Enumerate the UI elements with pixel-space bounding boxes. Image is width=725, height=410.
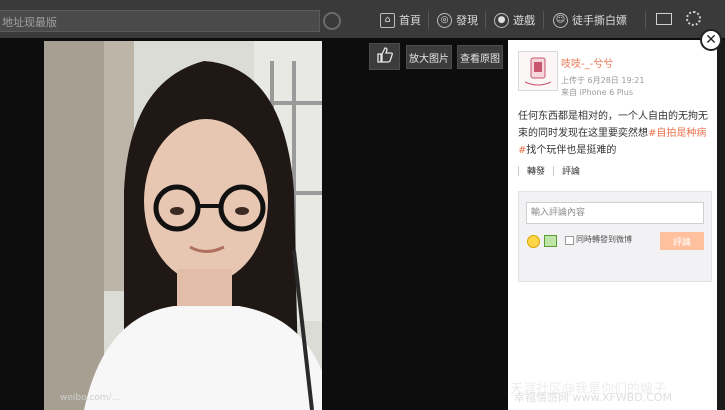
nav-game-label: 遊戲 (513, 14, 535, 27)
discover-icon: ◎ (437, 12, 452, 28)
nav-user-label: 徒手撕白嫖 (572, 14, 627, 27)
post-text-tail: 找个玩伴也是挺难的 (526, 145, 617, 156)
nav-home[interactable]: ⌂ 首頁 (380, 11, 421, 29)
enlarge-image-button[interactable]: 放大图片 (406, 45, 452, 69)
nav-divider (645, 11, 646, 29)
game-icon: ● (494, 12, 509, 28)
also-forward-checkbox[interactable] (565, 236, 574, 245)
home-icon: ⌂ (380, 12, 395, 28)
nav-game[interactable]: ● 遊戲 (494, 11, 535, 29)
search-box[interactable] (0, 10, 320, 33)
post-info-panel: 吱吱-_-兮兮 上传于 6月28日 19:21 来自 iPhone 6 Plus… (508, 40, 717, 410)
image-upload-icon[interactable] (544, 235, 557, 247)
post-actions: 轉發 評論 (518, 164, 580, 177)
photo-watermark: weibo.com/... (60, 393, 121, 403)
nav-discover[interactable]: ◎ 發現 (437, 11, 478, 29)
selfie-photo (44, 41, 322, 410)
top-nav-bar: ⌂ 首頁 ◎ 發現 ● 遊戲 ☺ 徒手撕白嫖 (0, 0, 725, 38)
nav-divider (428, 11, 429, 29)
comment-button[interactable]: 評論 (562, 164, 580, 177)
view-original-button[interactable]: 查看原图 (457, 45, 503, 69)
emoticon-icon[interactable] (527, 235, 540, 248)
action-divider (553, 165, 555, 176)
scrollbar[interactable] (717, 40, 725, 410)
nav-discover-label: 發現 (456, 14, 478, 27)
mail-icon[interactable] (656, 13, 672, 25)
action-divider (518, 165, 519, 176)
nav-home-label: 首頁 (399, 14, 421, 27)
nav-divider (543, 11, 544, 29)
search-icon[interactable] (323, 12, 341, 30)
avatar[interactable] (518, 51, 558, 91)
also-forward-label: 同時轉發到微博 (576, 235, 632, 244)
search-input[interactable] (0, 12, 319, 33)
comment-input[interactable] (526, 202, 704, 224)
post-source: 来自 iPhone 6 Plus (561, 88, 634, 97)
like-button[interactable] (369, 43, 400, 70)
nav-user[interactable]: ☺ 徒手撕白嫖 (553, 11, 627, 29)
forward-button[interactable]: 轉發 (527, 164, 545, 177)
comment-box: 同時轉發到微博 評論 (518, 191, 712, 282)
nav-divider (485, 11, 486, 29)
site-watermark: 幸福情感网 www.XFWBD.COM (514, 391, 673, 404)
gear-icon[interactable] (686, 11, 701, 26)
thumbs-up-icon (376, 46, 394, 67)
avatar-image (524, 57, 552, 86)
close-icon[interactable]: ✕ (700, 29, 722, 51)
user-icon: ☺ (553, 12, 568, 28)
post-time: 上传于 6月28日 19:21 (561, 76, 645, 85)
post-username[interactable]: 吱吱-_-兮兮 (561, 55, 613, 70)
submit-comment-button[interactable]: 評論 (660, 232, 704, 250)
post-text: 任何东西都是相对的，一个人自由的无拘无束的同时发现在这里要奕然想#自拍是种病#找… (518, 108, 708, 159)
photo-viewer-root: ⌂ 首頁 ◎ 發現 ● 遊戲 ☺ 徒手撕白嫖 (0, 0, 725, 410)
photo-image[interactable] (44, 41, 322, 410)
